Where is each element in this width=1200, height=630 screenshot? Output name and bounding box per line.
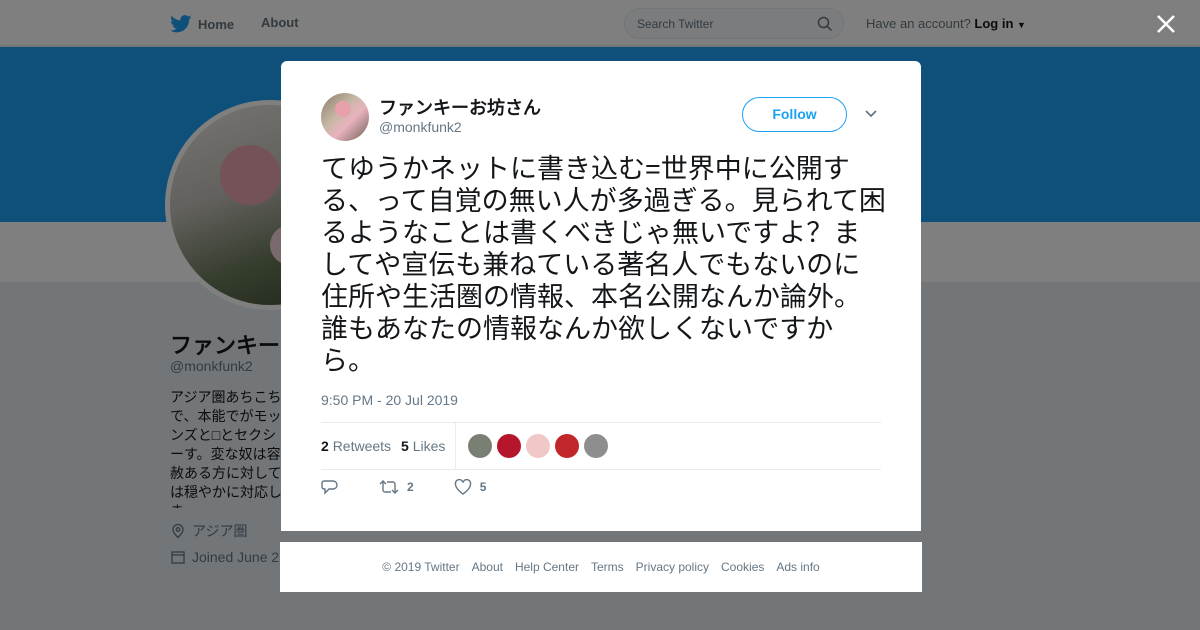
liker-avatar[interactable] (497, 434, 522, 458)
footer-link[interactable]: Terms (591, 560, 624, 574)
like-action-count: 5 (479, 480, 487, 494)
footer-link[interactable]: About (472, 560, 503, 574)
retweets-count: 2 (321, 438, 329, 454)
close-icon[interactable] (1154, 12, 1178, 36)
footer-link[interactable]: Cookies (721, 560, 764, 574)
tweet-author-handle[interactable]: @monkfunk2 (379, 119, 462, 135)
likes-stat[interactable]: 5 Likes (401, 438, 445, 454)
tweet-stats: 2 Retweets 5 Likes (321, 422, 881, 470)
tweet-text: てゆうかネットに書き込む=世界中に公開する、って自覚の無い人が多過ぎる。見られて… (321, 154, 886, 376)
tweet-author-name[interactable]: ファンキーお坊さん (379, 94, 541, 120)
follow-button[interactable]: Follow (742, 97, 847, 132)
footer-link[interactable]: Privacy policy (636, 560, 709, 574)
likes-count: 5 (401, 438, 409, 454)
tweet-actions: 2 5 (321, 479, 526, 495)
retweet-icon (379, 480, 399, 494)
reply-button[interactable] (321, 479, 339, 495)
retweet-button[interactable]: 2 (379, 479, 414, 495)
tweet-author-avatar[interactable] (321, 93, 369, 141)
chevron-down-icon[interactable] (864, 109, 878, 119)
retweet-action-count: 2 (407, 480, 414, 494)
footer-link[interactable]: Help Center (515, 560, 579, 574)
footer: © 2019 Twitter About Help Center Terms Priva… (280, 542, 922, 592)
stats-divider (455, 422, 457, 470)
footer-link[interactable]: Ads info (776, 560, 819, 574)
liker-avatar[interactable] (584, 434, 609, 458)
retweets-stat[interactable]: 2 Retweets (321, 438, 391, 454)
tweet-timestamp[interactable]: 9:50 PM - 20 Jul 2019 (321, 392, 458, 408)
liker-avatar[interactable] (468, 434, 493, 458)
tweet-modal: ファンキーお坊さん @monkfunk2 Follow てゆうかネットに書き込む… (281, 61, 921, 531)
liker-avatar[interactable] (555, 434, 580, 458)
retweets-label: Retweets (332, 438, 392, 454)
like-button[interactable]: 5 (454, 479, 487, 495)
footer-copyright: © 2019 Twitter (382, 560, 460, 574)
likes-label: Likes (412, 438, 446, 454)
likers-avatars (468, 434, 613, 458)
liker-avatar[interactable] (526, 434, 551, 458)
reply-icon (321, 480, 338, 495)
heart-icon (454, 479, 471, 495)
